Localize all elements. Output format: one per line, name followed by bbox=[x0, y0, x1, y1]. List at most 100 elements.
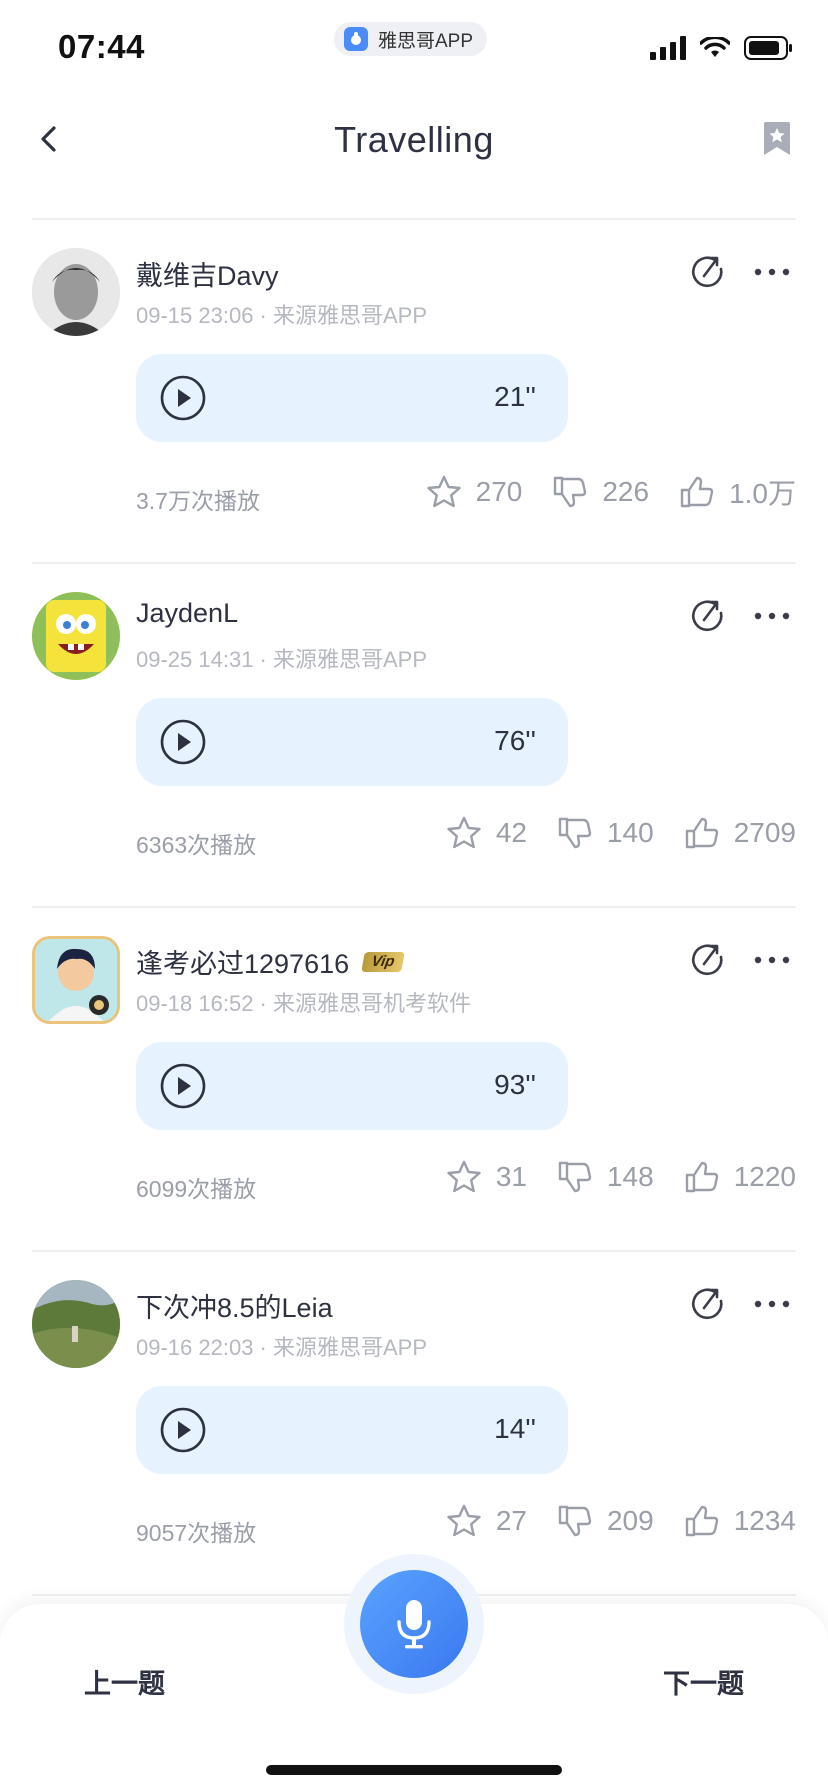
status-bar: 07:44 雅思哥APP bbox=[0, 0, 828, 90]
thumbs-down-icon bbox=[558, 817, 592, 849]
favorite-count: 270 bbox=[475, 476, 523, 507]
star-icon bbox=[447, 816, 481, 849]
more-options-button[interactable] bbox=[752, 1296, 792, 1312]
avatar-landscape-image bbox=[32, 1280, 120, 1368]
share-arrow-icon bbox=[692, 600, 723, 632]
dislike-count: 140 bbox=[606, 817, 654, 848]
favorite-button[interactable]: 42 bbox=[446, 816, 527, 850]
star-icon bbox=[426, 475, 461, 508]
favorite-count: 42 bbox=[495, 817, 527, 848]
play-icon[interactable] bbox=[160, 375, 206, 421]
post-stats: 27 209 1234 bbox=[416, 1504, 796, 1538]
like-button[interactable]: 1234 bbox=[684, 1504, 796, 1538]
play-icon[interactable] bbox=[160, 1407, 206, 1453]
audio-player[interactable]: 21'' bbox=[136, 354, 568, 442]
more-options-button[interactable] bbox=[752, 608, 792, 624]
play-count: 6363次播放 bbox=[136, 832, 257, 858]
thumbs-down-icon bbox=[554, 476, 587, 508]
like-button[interactable]: 1.0万 bbox=[679, 472, 796, 512]
thumbs-up-icon bbox=[685, 817, 718, 849]
post-card: 戴维吉Davy 09-15 23:06 · 来源雅思哥APP 21'' 3.7万… bbox=[0, 220, 828, 564]
dislike-button[interactable]: 226 bbox=[552, 475, 649, 509]
share-button[interactable] bbox=[690, 254, 726, 290]
audio-duration: 93'' bbox=[494, 1069, 536, 1100]
username-text: 下次冲8.5的Leia bbox=[136, 1293, 333, 1323]
dislike-count: 209 bbox=[606, 1505, 654, 1536]
avatar[interactable] bbox=[32, 592, 120, 680]
play-count: 3.7万次播放 bbox=[136, 488, 260, 514]
battery-icon bbox=[744, 36, 792, 60]
avatar[interactable] bbox=[32, 248, 120, 336]
audio-duration: 21'' bbox=[494, 381, 536, 412]
audio-player[interactable]: 14'' bbox=[136, 1386, 568, 1474]
next-question-button[interactable]: 下一题 bbox=[663, 1662, 744, 1701]
post-card: 下次冲8.5的Leia 09-16 22:03 · 来源雅思哥APP 14'' … bbox=[0, 1252, 828, 1596]
post-stats: 42 140 2709 bbox=[416, 816, 796, 850]
play-icon[interactable] bbox=[160, 1063, 206, 1109]
dislike-button[interactable]: 140 bbox=[557, 816, 654, 850]
home-indicator bbox=[266, 1765, 562, 1775]
post-meta: 09-16 22:03 · 来源雅思哥APP bbox=[136, 1335, 428, 1360]
like-button[interactable]: 1220 bbox=[684, 1160, 796, 1194]
thumbs-up-icon bbox=[680, 476, 714, 508]
like-count: 2709 bbox=[733, 817, 796, 848]
favorite-button[interactable]: 31 bbox=[446, 1160, 527, 1194]
like-button[interactable]: 2709 bbox=[684, 816, 796, 850]
status-time: 07:44 bbox=[58, 28, 145, 65]
app-icon bbox=[344, 27, 368, 51]
favorite-button[interactable]: 270 bbox=[426, 475, 523, 509]
username[interactable]: 下次冲8.5的Leia bbox=[136, 1286, 333, 1325]
status-icons bbox=[650, 36, 794, 60]
audio-duration: 76'' bbox=[494, 725, 536, 756]
avatar-cartoon-image bbox=[35, 939, 117, 1021]
vip-badge: Vip bbox=[361, 951, 405, 972]
more-dots-icon bbox=[754, 268, 790, 276]
thumbs-down-icon bbox=[558, 1505, 592, 1537]
username[interactable]: JaydenL bbox=[136, 598, 238, 629]
app-source-label: 雅思哥APP bbox=[378, 30, 474, 52]
more-dots-icon bbox=[754, 612, 790, 620]
play-icon[interactable] bbox=[160, 719, 206, 765]
record-button[interactable] bbox=[360, 1570, 468, 1678]
username[interactable]: 戴维吉Davy bbox=[136, 254, 279, 293]
post-card: 逢考必过1297616 Vip 09-18 16:52 · 来源雅思哥机考软件 … bbox=[0, 908, 828, 1252]
nav-bar: Travelling bbox=[0, 95, 828, 185]
like-count: 1220 bbox=[733, 1161, 796, 1192]
play-count: 6099次播放 bbox=[136, 1176, 257, 1202]
share-button[interactable] bbox=[690, 942, 726, 978]
app-source-pill[interactable]: 雅思哥APP bbox=[334, 22, 488, 56]
avatar[interactable] bbox=[32, 1280, 120, 1368]
audio-player[interactable]: 93'' bbox=[136, 1042, 568, 1130]
star-icon bbox=[447, 1160, 481, 1193]
thumbs-up-icon bbox=[685, 1505, 718, 1537]
more-dots-icon bbox=[754, 956, 790, 964]
signal-icon bbox=[650, 36, 686, 60]
thumbs-up-icon bbox=[685, 1161, 718, 1193]
avatar-portrait-image bbox=[32, 248, 120, 336]
like-count: 1.0万 bbox=[729, 478, 796, 509]
favorite-count: 31 bbox=[495, 1161, 527, 1192]
more-options-button[interactable] bbox=[752, 952, 792, 968]
share-arrow-icon bbox=[692, 1288, 723, 1320]
share-button[interactable] bbox=[690, 1286, 726, 1322]
audio-player[interactable]: 76'' bbox=[136, 698, 568, 786]
bookmark-button[interactable] bbox=[762, 121, 792, 157]
play-count: 9057次播放 bbox=[136, 1520, 257, 1546]
dislike-button[interactable]: 209 bbox=[557, 1504, 654, 1538]
username[interactable]: 逢考必过1297616 Vip bbox=[136, 942, 405, 981]
avatar[interactable] bbox=[32, 936, 120, 1024]
post-meta: 09-18 16:52 · 来源雅思哥机考软件 bbox=[136, 991, 471, 1016]
avatar-cartoon-image bbox=[32, 592, 120, 680]
share-arrow-icon bbox=[692, 944, 723, 976]
username-text: 逢考必过1297616 bbox=[136, 949, 350, 979]
favorite-button[interactable]: 27 bbox=[446, 1504, 527, 1538]
post-card: JaydenL 09-25 14:31 · 来源雅思哥APP 76'' 6363… bbox=[0, 564, 828, 908]
previous-question-button[interactable]: 上一题 bbox=[84, 1662, 165, 1701]
star-icon bbox=[447, 1504, 481, 1537]
share-button[interactable] bbox=[690, 598, 726, 634]
more-dots-icon bbox=[754, 1300, 790, 1308]
bookmark-star-icon bbox=[764, 122, 790, 155]
microphone-icon bbox=[397, 1600, 431, 1649]
dislike-button[interactable]: 148 bbox=[557, 1160, 654, 1194]
more-options-button[interactable] bbox=[752, 264, 792, 280]
